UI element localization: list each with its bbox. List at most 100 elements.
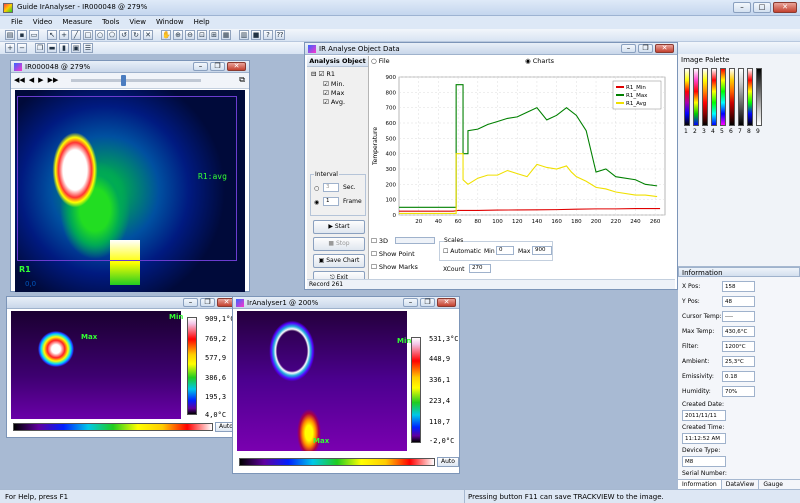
window2-minimize-button[interactable]: – [183, 298, 198, 307]
save-chart-button[interactable]: ▣ Save Chart [313, 254, 365, 268]
zoom-window-icon[interactable]: ⊞ [209, 30, 219, 40]
tree-item-label: Min. [330, 80, 345, 88]
palette-num: 9 [756, 128, 760, 135]
zoom-fit-icon[interactable]: ⊡ [197, 30, 207, 40]
tile-vertical-icon[interactable]: ▮ [59, 43, 69, 53]
rotate-right-icon[interactable]: ↻ [131, 30, 141, 40]
chart-icon[interactable]: ▦ [221, 30, 231, 40]
min-marker: Min [397, 337, 412, 345]
zoom-out-icon[interactable]: ⊖ [185, 30, 195, 40]
3d-slider[interactable] [395, 237, 435, 244]
menu-help[interactable]: Help [189, 16, 215, 29]
window-list-icon[interactable]: ☰ [83, 43, 93, 53]
xcount-input[interactable]: 270 [469, 264, 491, 273]
export-icon[interactable]: ⧉ [239, 75, 245, 85]
tab-charts[interactable]: ◉ Charts [525, 57, 554, 65]
print-icon[interactable]: ▭ [29, 30, 39, 40]
opt-show-marks[interactable]: ☐ Show Marks [371, 263, 418, 271]
minimize-button[interactable]: – [733, 2, 751, 13]
frame-slider-thumb[interactable] [121, 75, 126, 86]
thermal-image-3[interactable]: Min Max [237, 311, 411, 451]
tree-root-r1[interactable]: ⊟ ☑ R1 [311, 70, 335, 78]
palette-swatch-3[interactable] [702, 68, 708, 126]
opt-show-point[interactable]: ☐ Show Point [371, 250, 415, 258]
window-close-button[interactable]: ✕ [227, 62, 246, 71]
skip-forward-button[interactable]: ▶▶ [48, 76, 59, 84]
automatic-checkbox[interactable]: ☐ Automatic [443, 248, 481, 255]
status-tip-text: Pressing button F11 can save TRACKVIEW t… [468, 493, 664, 501]
skip-back-button[interactable]: ◀◀ [14, 76, 25, 84]
color-icon[interactable]: ■ [251, 30, 261, 40]
thermal-image[interactable]: R1:avg R1 [15, 90, 245, 292]
sec-radio[interactable]: ○ [314, 185, 319, 192]
interval-group: Interval ○ 3 Sec. ◉ 1 Frame [310, 171, 366, 216]
window-restore-button[interactable]: ❐ [210, 62, 225, 71]
open-folder-icon[interactable]: ▤ [5, 30, 15, 40]
right-panel: Image Palette 1 2 3 4 5 6 7 8 9 Informat… [678, 54, 800, 490]
rect-tool-icon[interactable]: □ [83, 30, 93, 40]
auto-scale-button[interactable]: Auto [437, 457, 459, 467]
frame-radio[interactable]: ◉ [314, 199, 319, 206]
line-tool-icon[interactable]: ╱ [71, 30, 81, 40]
min-input[interactable]: 0 [496, 246, 514, 255]
interval-label: Interval [314, 171, 339, 178]
window-minimize-button[interactable]: – [193, 62, 208, 71]
palette-bar[interactable] [13, 423, 213, 431]
palette-swatch-8[interactable] [747, 68, 753, 126]
stop-button[interactable]: ■ Stop [313, 237, 365, 251]
point-tool-icon[interactable]: + [59, 30, 69, 40]
delete-icon[interactable]: ✕ [143, 30, 153, 40]
start-button[interactable]: ▶ Start [313, 220, 365, 234]
help-icon[interactable]: ? [263, 30, 273, 40]
maximize-button[interactable]: □ [753, 2, 771, 13]
max-input[interactable]: 900 [532, 246, 552, 255]
window3-minimize-button[interactable]: – [403, 298, 418, 307]
menu-measure[interactable]: Measure [57, 16, 97, 29]
save-icon[interactable]: ▪ [17, 30, 27, 40]
close-button[interactable]: ✕ [773, 2, 797, 13]
arrange-icon[interactable]: ▣ [71, 43, 81, 53]
add-icon[interactable]: + [5, 43, 15, 53]
thermal-image-2[interactable]: Max Min [11, 311, 183, 419]
palette-swatch-9[interactable] [756, 68, 762, 126]
frame-input[interactable]: 1 [323, 197, 339, 206]
step-back-button[interactable]: ◀ [29, 76, 34, 84]
menu-view[interactable]: View [124, 16, 151, 29]
ellipse-tool-icon[interactable]: ○ [95, 30, 105, 40]
palette-swatch-2[interactable] [693, 68, 699, 126]
menu-tools[interactable]: Tools [97, 16, 124, 29]
cascade-icon[interactable]: ❐ [35, 43, 45, 53]
zoom-in-icon[interactable]: ⊕ [173, 30, 183, 40]
palette-swatch-5[interactable] [720, 68, 726, 126]
remove-icon[interactable]: − [17, 43, 27, 53]
palette-swatch-1[interactable] [684, 68, 690, 126]
polygon-tool-icon[interactable]: ⬠ [107, 30, 117, 40]
tree-item-max[interactable]: ☑ Max [323, 89, 344, 97]
rotate-left-icon[interactable]: ↺ [119, 30, 129, 40]
palette-swatch-6[interactable] [729, 68, 735, 126]
tab-file[interactable]: ○ File [371, 57, 390, 65]
analysis-minimize-button[interactable]: – [621, 44, 636, 53]
hand-icon[interactable]: ✋ [161, 30, 171, 40]
palette-bar[interactable] [239, 458, 435, 466]
menu-window[interactable]: Window [151, 16, 189, 29]
opt-3d[interactable]: ☐ 3D [371, 237, 388, 245]
menu-video[interactable]: Video [28, 16, 58, 29]
tree-item-min[interactable]: ☑ Min. [323, 80, 345, 88]
pointer-icon[interactable]: ↖ [47, 30, 57, 40]
window3-close-button[interactable]: ✕ [437, 298, 456, 307]
palette-icon[interactable]: ▥ [239, 30, 249, 40]
frame-slider[interactable] [71, 79, 201, 82]
menu-file[interactable]: File [6, 16, 28, 29]
sec-input[interactable]: 3 [323, 183, 339, 192]
play-button[interactable]: ▶ [38, 76, 43, 84]
tree-item-avg[interactable]: ☑ Avg. [323, 98, 345, 106]
window3-restore-button[interactable]: ❐ [420, 298, 435, 307]
analysis-close-button[interactable]: ✕ [655, 44, 674, 53]
palette-swatch-4[interactable] [711, 68, 717, 126]
palette-swatch-7[interactable] [738, 68, 744, 126]
context-help-icon[interactable]: ⁇ [275, 30, 285, 40]
analysis-restore-button[interactable]: ❐ [638, 44, 653, 53]
window2-restore-button[interactable]: ❐ [200, 298, 215, 307]
tile-horizontal-icon[interactable]: ▬ [47, 43, 57, 53]
